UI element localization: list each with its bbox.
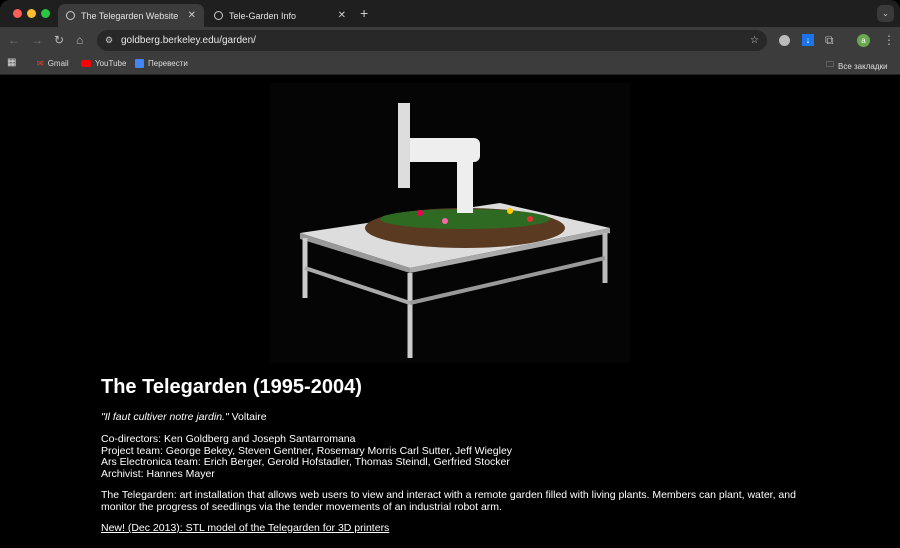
close-window-button[interactable] (13, 9, 22, 18)
close-tab-icon[interactable]: ✕ (188, 10, 196, 21)
page-title: The Telegarden (1995-2004) (101, 376, 362, 398)
description: The Telegarden: art installation that al… (101, 489, 796, 513)
tab-title: Tele-Garden Info (229, 10, 297, 21)
reload-icon[interactable]: ↻ (54, 33, 64, 47)
stl-model-link[interactable]: New! (Dec 2013): STL model of the Telega… (101, 522, 389, 534)
page-content: The Telegarden (1995-2004) "Il faut cult… (0, 76, 900, 548)
back-icon[interactable]: ← (8, 33, 20, 47)
bookmarks-bar: ▦ ✉ Gmail YouTube Перевести 🗀 Все закладки (0, 53, 900, 75)
extensions-puzzle-icon[interactable]: ⧉ (825, 33, 834, 47)
bookmark-star-icon[interactable]: ☆ (750, 30, 759, 51)
voltaire-quote: "Il faut cultiver notre jardin." Voltair… (101, 411, 267, 423)
forward-icon[interactable]: → (31, 33, 43, 47)
tab-bar: The Telegarden Website ✕ Tele-Garden Info… (0, 0, 900, 27)
all-bookmarks-button[interactable]: 🗀 Все закладки (826, 59, 887, 73)
menu-icon[interactable]: ⋮ (883, 33, 895, 47)
credit-line: Co-directors: Ken Goldberg and Joseph Sa… (101, 433, 356, 445)
gmail-icon: ✉ (37, 59, 44, 68)
close-tab-icon[interactable]: ✕ (338, 10, 346, 21)
maximize-window-button[interactable] (41, 9, 50, 18)
bookmark-gmail[interactable]: ✉ Gmail (37, 59, 69, 68)
toolbar: ← → ↻ ⌂ ⚙ goldberg.berkeley.edu/garden/ … (0, 27, 900, 53)
youtube-icon (81, 60, 91, 67)
minimize-window-button[interactable] (27, 9, 36, 18)
bookmark-youtube[interactable]: YouTube (81, 59, 126, 68)
globe-icon (66, 11, 75, 20)
globe-icon (214, 11, 223, 20)
tab-telegarden-website[interactable]: The Telegarden Website ✕ (58, 4, 204, 27)
profile-avatar[interactable]: a (857, 34, 870, 47)
folder-icon: 🗀 (826, 60, 834, 69)
tab-tele-garden-info[interactable]: Tele-Garden Info ✕ (206, 4, 354, 27)
download-icon[interactable]: ↓ (802, 34, 814, 46)
extension-icon[interactable] (779, 35, 790, 46)
telegarden-photo (270, 83, 630, 363)
bookmark-translate[interactable]: Перевести (135, 59, 188, 68)
credits: Co-directors: Ken Goldberg and Joseph Sa… (101, 433, 821, 480)
tab-search-button[interactable]: ⌄ (877, 5, 894, 22)
tab-title: The Telegarden Website (81, 10, 179, 21)
site-info-icon[interactable]: ⚙ (105, 30, 113, 51)
address-bar[interactable]: ⚙ goldberg.berkeley.edu/garden/ ☆ (97, 30, 767, 51)
home-icon[interactable]: ⌂ (76, 33, 83, 47)
new-tab-button[interactable]: + (360, 5, 368, 21)
apps-grid-icon[interactable]: ▦ (7, 57, 16, 68)
credit-line: Archivist: Hannes Mayer (101, 467, 215, 480)
url-text: goldberg.berkeley.edu/garden/ (121, 35, 256, 46)
translate-icon (135, 59, 144, 68)
